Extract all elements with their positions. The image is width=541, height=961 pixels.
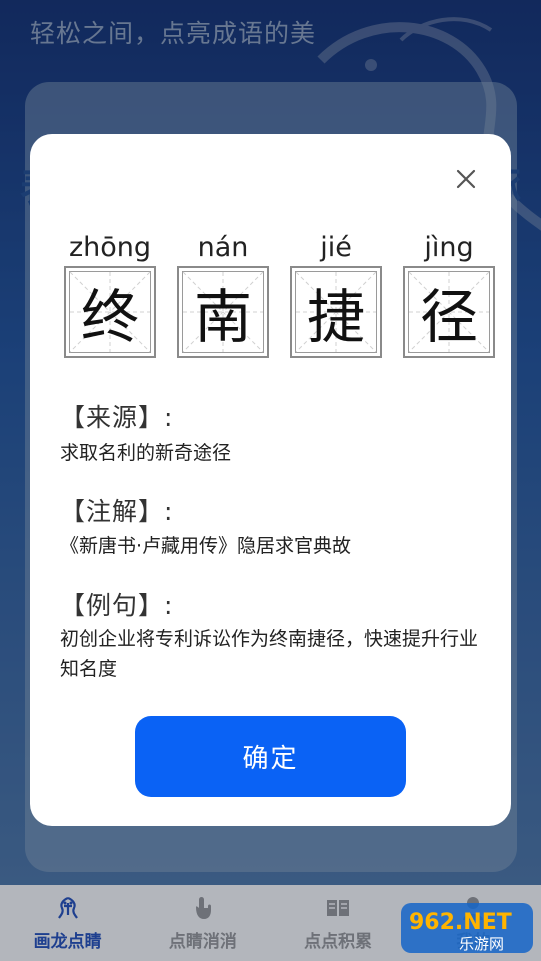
example-label: 【例句】: <box>60 591 174 620</box>
pinyin: jié <box>320 232 352 263</box>
confirm-button[interactable]: 确定 <box>135 716 406 797</box>
pinyin: jìng <box>424 232 474 263</box>
note-label: 【注解】: <box>60 497 174 526</box>
idiom-character: 捷 <box>306 283 365 351</box>
watermark-logo: 962.NET 乐游网 <box>401 903 533 953</box>
idiom-dialog: zhōng 终 nán 南 jié 捷 jìng 径 【来源】: 求取名利的新奇… <box>30 134 511 826</box>
nav-label: 画龙点睛 <box>33 931 102 952</box>
dragon-icon <box>55 895 81 921</box>
pinyin: nán <box>197 232 249 263</box>
nav-item-tap[interactable]: 点睛消消 <box>135 885 270 961</box>
idiom-char-1: zhōng 终 <box>64 230 156 358</box>
source-text: 求取名利的新奇途径 <box>60 442 232 464</box>
close-button[interactable] <box>453 166 479 192</box>
char-grid-box: 捷 <box>290 266 382 358</box>
nav-item-dragon[interactable]: 画龙点睛 <box>0 885 135 961</box>
source-label: 【来源】: <box>60 403 174 432</box>
example-text: 初创企业将专利诉讼作为终南捷径，快速提升行业知名度 <box>60 628 479 680</box>
close-icon <box>456 169 476 189</box>
nav-item-book[interactable]: 点点积累 <box>271 885 406 961</box>
idiom-characters: zhōng 终 nán 南 jié 捷 jìng 径 <box>64 230 495 360</box>
idiom-char-3: jié 捷 <box>290 230 382 358</box>
book-icon <box>325 895 351 921</box>
char-grid-box: 径 <box>403 266 495 358</box>
char-grid-box: 南 <box>177 266 269 358</box>
idiom-char-2: nán 南 <box>177 230 269 358</box>
idiom-character: 南 <box>193 283 252 351</box>
watermark-sub: 乐游网 <box>459 935 504 953</box>
char-grid-box: 终 <box>64 266 156 358</box>
nav-label: 点睛消消 <box>168 931 237 952</box>
idiom-character: 终 <box>80 283 139 351</box>
note-text: 《新唐书·卢藏用传》隐居求官典故 <box>60 535 352 557</box>
watermark-brand: 962.NET <box>409 910 512 935</box>
pinyin: zhōng <box>68 232 152 263</box>
idiom-char-4: jìng 径 <box>403 230 495 358</box>
idiom-character: 径 <box>419 283 478 351</box>
tap-hand-icon <box>190 895 216 921</box>
nav-label: 点点积累 <box>304 931 373 952</box>
